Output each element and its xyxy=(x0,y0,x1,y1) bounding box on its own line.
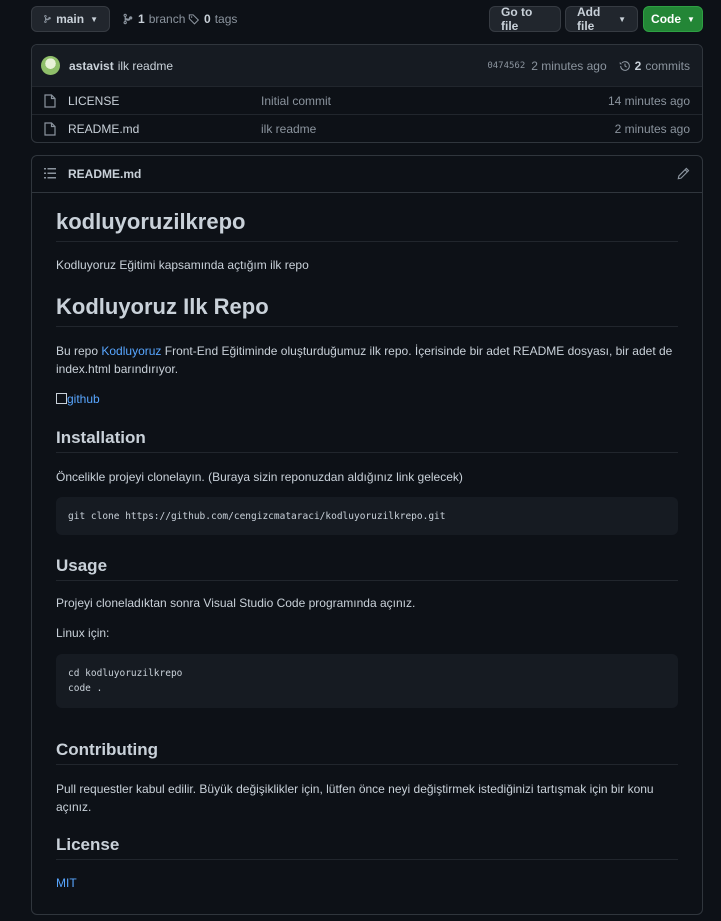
readme-panel: README.md kodluyoruzilkrepo Kodluyoruz E… xyxy=(31,155,703,915)
branch-selector-button[interactable]: main ▼ xyxy=(31,6,110,32)
commit-word: commits xyxy=(645,59,690,73)
add-file-label: Add file xyxy=(577,5,601,33)
file-list: astavist ilk readme 0474562 2 minutes ag… xyxy=(31,44,703,143)
add-file-button[interactable]: Add file ▼ xyxy=(565,5,638,33)
installation-heading: Installation xyxy=(56,428,678,453)
go-to-file-button[interactable]: Go to file xyxy=(489,5,561,33)
linux-label: Linux için: xyxy=(56,626,110,640)
file-name[interactable]: LICENSE xyxy=(68,94,119,108)
installation-code: git clone https://github.com/cengizcmata… xyxy=(68,510,446,522)
commits-link[interactable]: 2 commits xyxy=(619,59,690,73)
file-icon xyxy=(44,94,56,108)
readme-file-title[interactable]: README.md xyxy=(68,167,141,181)
caret-down-icon: ▼ xyxy=(618,14,626,24)
license-heading: License xyxy=(56,835,678,860)
file-name[interactable]: README.md xyxy=(68,122,139,136)
readme-heading-main: kodluyoruzilkrepo xyxy=(56,209,678,242)
usage-code-line: code . xyxy=(68,683,103,694)
tag-word: tags xyxy=(214,12,238,26)
file-icon xyxy=(44,122,56,136)
readme-description: Bu repo Kodluyoruz Front-End Eğitiminde … xyxy=(56,342,678,378)
usage-code-line: cd kodluyoruzilkrepo xyxy=(68,668,183,679)
file-commit-message[interactable]: ilk readme xyxy=(261,122,316,136)
commit-author[interactable]: astavist xyxy=(69,59,114,73)
file-age: 14 minutes ago xyxy=(607,93,690,108)
list-icon[interactable] xyxy=(44,168,56,179)
kodluyoruz-link[interactable]: Kodluyoruz xyxy=(101,344,161,358)
branch-label: main xyxy=(56,12,85,26)
github-image-alt: github xyxy=(67,392,100,406)
usage-text: Projeyi cloneladıktan sonra Visual Studi… xyxy=(56,596,416,610)
repo-toolbar: main ▼ 1 branch 0 tags Go to file Add fi… xyxy=(31,5,703,33)
branch-word: branch xyxy=(148,12,186,26)
pencil-icon[interactable] xyxy=(677,167,690,180)
readme-heading-second: Kodluyoruz Ilk Repo xyxy=(56,294,678,327)
commit-count: 2 xyxy=(634,59,642,73)
file-row[interactable]: LICENSE Initial commit 14 minutes ago xyxy=(32,87,702,115)
file-commit-message[interactable]: Initial commit xyxy=(261,94,331,108)
branches-link[interactable]: 1 branch xyxy=(122,6,185,32)
description-before: Bu repo xyxy=(56,344,102,358)
installation-text: Öncelikle projeyi clonelayın. (Buraya si… xyxy=(56,470,463,484)
usage-code-block: cd kodluyoruzilkrepo code . xyxy=(56,654,678,708)
avatar[interactable] xyxy=(41,56,60,75)
commit-message[interactable]: ilk readme xyxy=(118,59,173,73)
readme-intro: Kodluyoruz Eğitimi kapsamında açtığım il… xyxy=(56,258,309,272)
tags-link[interactable]: 0 tags xyxy=(188,6,237,32)
caret-down-icon: ▼ xyxy=(687,14,695,24)
mit-license-link[interactable]: MIT xyxy=(56,876,77,890)
file-age: 2 minutes ago xyxy=(614,122,690,136)
github-image-link[interactable]: github xyxy=(56,392,100,406)
latest-commit-bar: astavist ilk readme 0474562 2 minutes ag… xyxy=(32,45,702,87)
file-row[interactable]: README.md ilk readme 2 minutes ago xyxy=(32,115,702,142)
branch-count: 1 xyxy=(138,12,145,26)
code-label: Code xyxy=(651,12,682,26)
branch-icon xyxy=(44,15,51,23)
code-button[interactable]: Code ▼ xyxy=(643,6,703,32)
caret-down-icon: ▼ xyxy=(90,14,98,24)
commit-sha[interactable]: 0474562 xyxy=(487,61,525,71)
readme-header: README.md xyxy=(32,156,702,193)
broken-image-icon xyxy=(56,393,67,404)
usage-heading: Usage xyxy=(56,556,678,581)
commit-time: 2 minutes ago xyxy=(531,59,607,73)
tag-count: 0 xyxy=(204,12,211,26)
github-image-paragraph: github xyxy=(56,390,678,408)
branch-icon xyxy=(123,13,133,25)
contributing-heading: Contributing xyxy=(56,740,678,765)
contributing-text: Pull requestler kabul edilir. Büyük deği… xyxy=(56,782,654,814)
tag-icon xyxy=(188,14,200,25)
installation-code-block: git clone https://github.com/cengizcmata… xyxy=(56,497,678,535)
commit-details: 0474562 2 minutes ago 2 commits xyxy=(487,45,690,87)
history-icon xyxy=(619,61,630,71)
